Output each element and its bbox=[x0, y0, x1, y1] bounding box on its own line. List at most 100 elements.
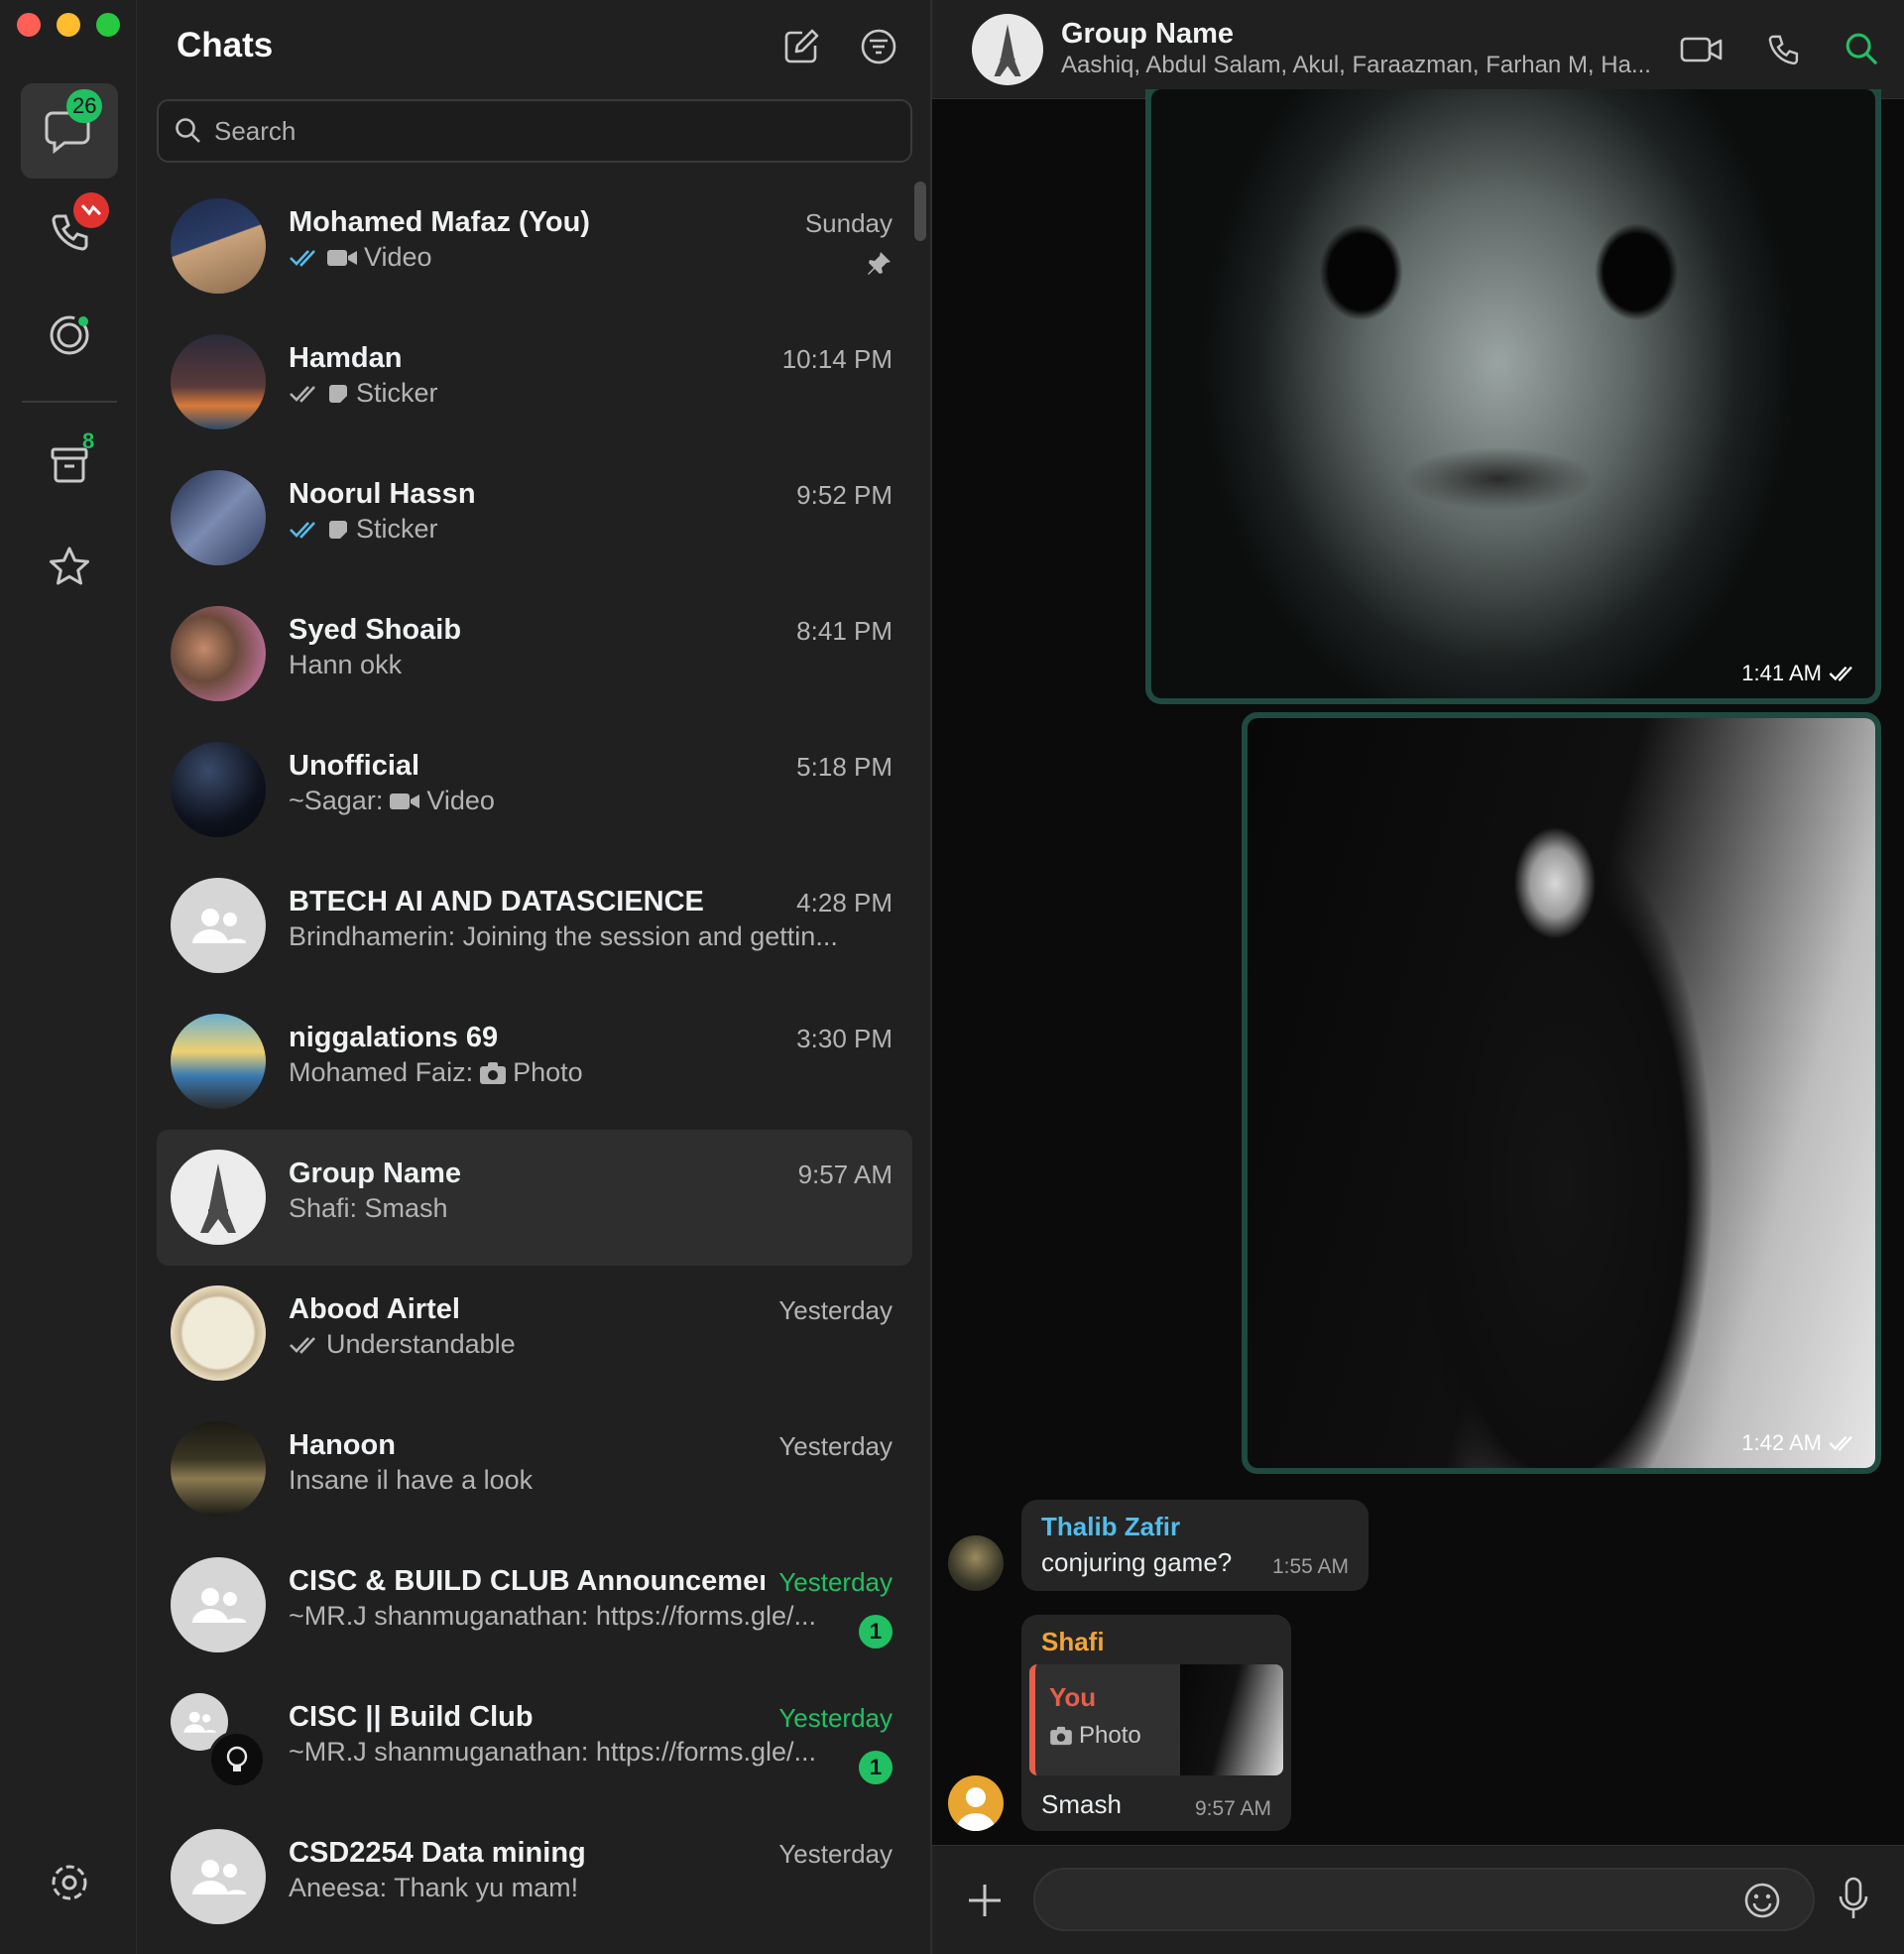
rail-archive-button[interactable]: 8 bbox=[21, 417, 118, 512]
conversation-header[interactable]: Group Name Aashiq, Abdul Salam, Akul, Fa… bbox=[932, 0, 1904, 99]
emoji-button[interactable] bbox=[1737, 1876, 1787, 1925]
chat-preview: Hann okk bbox=[289, 650, 402, 680]
chat-preview-sender: ~Sagar: bbox=[289, 786, 384, 815]
rail-settings-button[interactable] bbox=[21, 1835, 118, 1930]
chat-time: 4:28 PM bbox=[796, 888, 892, 917]
rail-calls-button[interactable] bbox=[21, 184, 118, 280]
chat-name: Noorul Hassn bbox=[289, 478, 476, 510]
chat-preview-text: Aneesa: Thank yu mam! bbox=[289, 1873, 579, 1902]
chat-row[interactable]: CISC & BUILD CLUB Announcement Yesterday… bbox=[157, 1537, 912, 1673]
search-icon bbox=[176, 118, 200, 143]
message-text: Smash bbox=[1041, 1789, 1122, 1819]
voice-call-button[interactable] bbox=[1759, 26, 1807, 73]
chat-row[interactable]: Hamdan 10:14 PM Sticker bbox=[157, 314, 912, 450]
chat-name: Syed Shoaib bbox=[289, 614, 462, 646]
search-input[interactable] bbox=[214, 115, 869, 147]
chat-row[interactable]: BTECH AI AND DATASCIENCE 4:28 PM Brindha… bbox=[157, 858, 912, 994]
chat-row[interactable]: Mohamed Mafaz (You) Sunday Video bbox=[157, 179, 912, 314]
reply-message[interactable]: Shafi You Photo Smash 9:57 AM bbox=[1021, 1615, 1291, 1831]
microphone-icon bbox=[1839, 1877, 1868, 1918]
chat-time: 3:30 PM bbox=[796, 1024, 892, 1053]
text-message[interactable]: Thalib Zafir conjuring game? 1:55 AM bbox=[1021, 1500, 1368, 1591]
message-time-text: 1:42 AM bbox=[1741, 1430, 1822, 1455]
chat-preview: Mohamed Faiz: Photo bbox=[289, 1057, 583, 1088]
chat-row[interactable]: Unofficial 5:18 PM ~Sagar: Video bbox=[157, 722, 912, 858]
chat-time: 5:18 PM bbox=[796, 752, 892, 782]
chat-preview: ~MR.J shanmuganathan: https://forms.gle/… bbox=[289, 1601, 816, 1632]
chat-preview-text: Understandable bbox=[326, 1329, 516, 1359]
quoted-sender: You bbox=[1049, 1682, 1097, 1712]
chat-time: Yesterday bbox=[778, 1295, 892, 1325]
attach-button[interactable] bbox=[960, 1876, 1010, 1925]
chat-preview: Understandable bbox=[289, 1329, 516, 1360]
chat-preview-text: Video bbox=[426, 786, 495, 815]
group-icon bbox=[183, 1711, 216, 1733]
image-message[interactable]: 1:42 AM bbox=[1242, 712, 1881, 1474]
window-close-button[interactable] bbox=[17, 13, 41, 37]
chat-list-title: Chats bbox=[177, 26, 274, 64]
message-time: 1:55 AM bbox=[1271, 1555, 1349, 1578]
chat-row[interactable]: Noorul Hassn 9:52 PM Sticker bbox=[157, 450, 912, 586]
video-call-button[interactable] bbox=[1678, 26, 1726, 73]
chat-time: 8:41 PM bbox=[796, 616, 892, 646]
chat-row[interactable]: Abood Airtel Yesterday Understandable bbox=[157, 1266, 912, 1402]
chat-name: Abood Airtel bbox=[289, 1293, 460, 1325]
bulb-icon bbox=[226, 1746, 248, 1771]
group-avatar[interactable] bbox=[972, 14, 1043, 85]
chat-preview-text: Shafi: Smash bbox=[289, 1193, 448, 1223]
message-time: 1:41 AM bbox=[1741, 661, 1857, 686]
chat-list-scrollbar[interactable] bbox=[914, 182, 926, 241]
chat-row-selected[interactable]: Group Name 9:57 AM Shafi: Smash bbox=[157, 1130, 912, 1266]
chat-preview-text: Insane il have a look bbox=[289, 1465, 534, 1495]
chat-time: 10:14 PM bbox=[781, 344, 892, 374]
chat-preview-text: Brindhamerin: Joining the session and ge… bbox=[289, 921, 838, 951]
sender-avatar[interactable] bbox=[948, 1775, 1004, 1831]
chat-name: Hanoon bbox=[289, 1429, 396, 1461]
chat-preview-text: Sticker bbox=[356, 378, 438, 408]
message-input[interactable] bbox=[1033, 1868, 1815, 1931]
rail-chats-button[interactable]: 26 bbox=[21, 83, 118, 179]
chat-time: Sunday bbox=[804, 208, 892, 238]
chat-row[interactable]: CISC || Build Club Yesterday ~MR.J shanm… bbox=[157, 1673, 912, 1809]
chat-preview-text: ~MR.J shanmuganathan: https://forms.gle/… bbox=[289, 1601, 817, 1631]
search-conversation-button[interactable] bbox=[1839, 26, 1886, 73]
rail-starred-button[interactable] bbox=[21, 520, 118, 615]
chat-list-header: Chats bbox=[137, 0, 932, 97]
avatar bbox=[171, 1014, 266, 1109]
chat-preview: Sticker bbox=[289, 514, 438, 545]
double-check-read-icon bbox=[290, 249, 315, 267]
chat-row[interactable]: Hanoon Yesterday Insane il have a look bbox=[157, 1402, 912, 1537]
chat-time: Yesterday bbox=[778, 1703, 892, 1733]
sender-avatar[interactable] bbox=[948, 1535, 1004, 1591]
avatar bbox=[171, 1421, 266, 1517]
new-chat-button[interactable] bbox=[779, 25, 823, 68]
default-avatar-icon bbox=[956, 1787, 996, 1831]
chat-time: Yesterday bbox=[778, 1839, 892, 1869]
message-time-text: 1:41 AM bbox=[1741, 661, 1822, 685]
voice-message-button[interactable] bbox=[1829, 1874, 1878, 1923]
message-sender[interactable]: Shafi bbox=[1041, 1627, 1105, 1657]
chat-name: CSD2254 Data mining bbox=[289, 1837, 586, 1869]
search-box[interactable] bbox=[157, 99, 912, 163]
emoji-icon bbox=[1744, 1883, 1780, 1918]
chat-preview-text: Video bbox=[364, 242, 432, 272]
message-sender[interactable]: Thalib Zafir bbox=[1041, 1512, 1180, 1542]
window-minimize-button[interactable] bbox=[57, 13, 80, 37]
starred-icon bbox=[50, 547, 89, 585]
chat-preview: ~MR.J shanmuganathan: https://forms.gle/… bbox=[289, 1737, 816, 1768]
chat-row[interactable]: CSD2254 Data mining Yesterday Aneesa: Th… bbox=[157, 1809, 912, 1945]
chat-name: Group Name bbox=[289, 1158, 462, 1189]
avatar bbox=[171, 606, 266, 701]
chat-preview: Video bbox=[289, 242, 432, 273]
window-zoom-button[interactable] bbox=[96, 13, 120, 37]
rail-status-button[interactable] bbox=[21, 288, 118, 383]
chat-row[interactable]: niggalations 69 3:30 PM Mohamed Faiz: Ph… bbox=[157, 994, 912, 1130]
group-avatar bbox=[171, 878, 266, 973]
image-message[interactable]: 1:41 AM bbox=[1145, 89, 1881, 704]
quoted-message[interactable]: You Photo bbox=[1029, 1664, 1283, 1775]
avatar bbox=[171, 742, 266, 837]
video-call-icon bbox=[1680, 37, 1723, 62]
filter-chats-button[interactable] bbox=[857, 25, 900, 68]
chat-row[interactable]: Syed Shoaib 8:41 PM Hann okk bbox=[157, 586, 912, 722]
conversation-pane: Group Name Aashiq, Abdul Salam, Akul, Fa… bbox=[932, 0, 1904, 1954]
